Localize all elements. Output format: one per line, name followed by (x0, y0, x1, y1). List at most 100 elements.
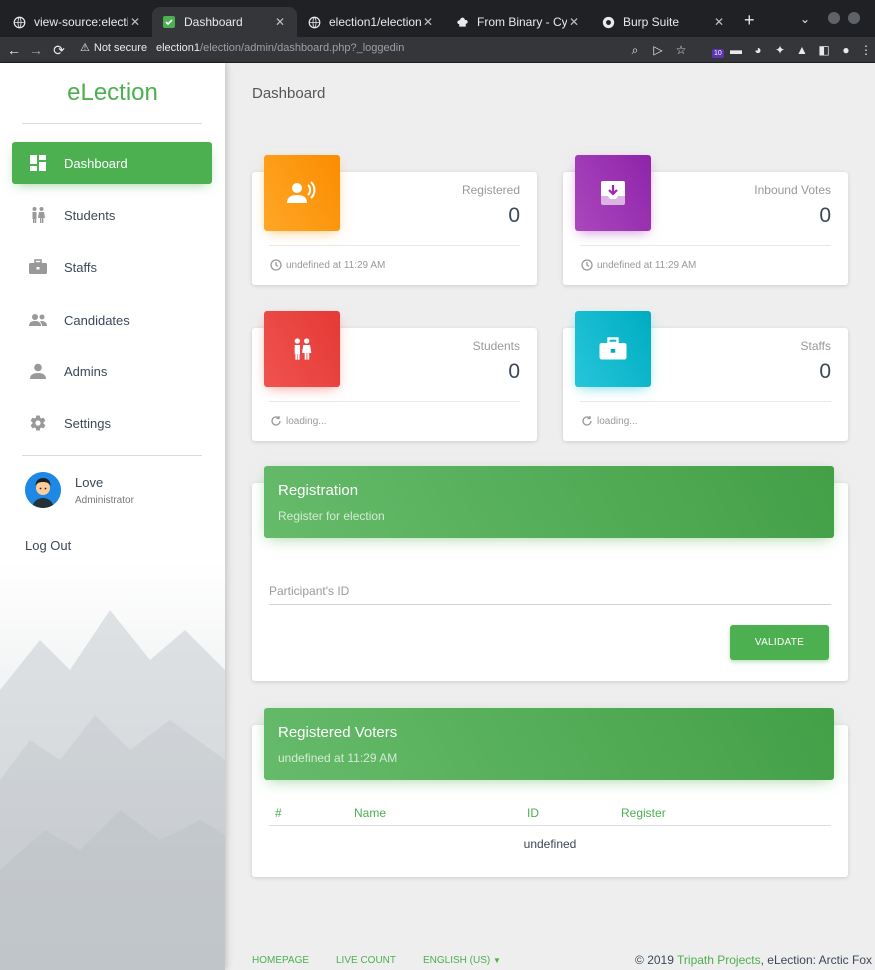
sidebar-item-candidates[interactable]: Candidates (12, 299, 212, 341)
stat-footer-text: undefined at 11:29 AM (597, 259, 697, 271)
sidebar-item-admins[interactable]: Admins (12, 350, 212, 392)
stat-card-staffs: Staffs 0 loading... (563, 311, 848, 441)
more-menu-icon[interactable]: ⋮ (857, 40, 875, 60)
close-icon[interactable]: ✕ (273, 15, 287, 29)
sidebar-item-label: Dashboard (64, 155, 128, 171)
hat-extension-icon[interactable]: ▬ (727, 40, 745, 60)
sidebar: eLection Dashboard Students Staffs Candi… (0, 63, 225, 970)
sidebar-toggle-icon[interactable]: ◧ (815, 40, 833, 60)
clock-icon (581, 259, 593, 271)
close-icon[interactable]: ✕ (421, 15, 435, 29)
globe-icon (307, 15, 321, 29)
globe-icon (12, 15, 26, 29)
stat-card-students: Students 0 loading... (252, 311, 537, 441)
tripath-link[interactable]: Tripath Projects (677, 953, 761, 967)
tab-burp-suite[interactable]: Burp Suite ✕ (591, 7, 736, 37)
logout-link[interactable]: Log Out (25, 538, 71, 553)
language-dropdown[interactable]: ENGLISH (US) ▼ (423, 955, 501, 966)
bookmark-star-icon[interactable]: ☆ (672, 40, 690, 60)
stat-footer: undefined at 11:29 AM (270, 259, 385, 271)
tab-label: election1/election/ca (329, 15, 421, 29)
window-minimize-button[interactable] (828, 12, 840, 24)
app-logo[interactable]: eLection (0, 79, 225, 107)
clock-icon (270, 259, 282, 271)
sidebar-item-label: Staffs (64, 259, 98, 275)
stat-value: 0 (508, 204, 520, 227)
profile-icon[interactable]: ● (837, 40, 855, 60)
flask-icon[interactable]: ▲ (793, 40, 811, 60)
registration-panel: Registration Register for election Parti… (252, 466, 848, 681)
validate-button[interactable]: VALIDATE (730, 625, 829, 660)
tab-label: Dashboard (184, 15, 243, 29)
live-count-link[interactable]: LIVE COUNT (336, 955, 396, 966)
inbox-icon (575, 155, 651, 231)
copyright: © 2019 Tripath Projects, eLection: Arcti… (635, 953, 872, 967)
url-input[interactable]: election1/election/admin/dashboard.php?_… (156, 42, 404, 54)
close-icon[interactable]: ✕ (567, 15, 581, 29)
avatar (25, 472, 61, 508)
divider (580, 401, 831, 402)
panel-subtitle: undefined at 11:29 AM (278, 751, 398, 765)
sidebar-item-label: Candidates (64, 312, 130, 328)
table-header: # Name ID Register (269, 804, 831, 826)
close-icon[interactable]: ✕ (712, 15, 726, 29)
participant-id-input[interactable]: Participant's ID (269, 584, 349, 598)
sidebar-item-staffs[interactable]: Staffs (12, 246, 212, 288)
panel-subtitle: Register for election (278, 509, 385, 523)
refresh-icon (581, 415, 593, 427)
security-indicator[interactable]: ⚠ Not secure (80, 41, 148, 55)
stat-value: 0 (508, 360, 520, 383)
column-header[interactable]: Register (621, 806, 666, 820)
user-profile[interactable]: Love Administrator (25, 472, 134, 508)
warning-icon: ⚠ (80, 42, 90, 54)
send-icon[interactable]: ▷ (649, 40, 667, 60)
stat-label: Inbound Votes (754, 183, 831, 197)
dashboard-icon (28, 153, 48, 173)
column-header[interactable]: Name (354, 806, 386, 820)
window-maximize-button[interactable] (848, 12, 860, 24)
sidebar-item-settings[interactable]: Settings (12, 402, 212, 444)
chevron-down-icon[interactable]: ⌄ (800, 12, 810, 26)
mask-extension-icon[interactable]: ◕ (749, 40, 767, 60)
zoom-icon[interactable]: ⌕ (626, 40, 644, 60)
language-label: ENGLISH (US) (423, 955, 491, 966)
tab-cyberchef[interactable]: From Binary - CyberC ✕ (445, 7, 591, 37)
browser-tab-bar: view-source:election ✕ Dashboard ✕ elect… (0, 0, 875, 37)
homepage-link[interactable]: HOMEPAGE (252, 955, 309, 966)
divider (580, 245, 831, 246)
stat-value: 0 (819, 204, 831, 227)
new-tab-button[interactable]: + (744, 11, 755, 29)
tab-election-ca[interactable]: election1/election/ca ✕ (297, 7, 445, 37)
forward-arrow-icon[interactable]: → (26, 40, 46, 60)
copyright-prefix: © 2019 (635, 953, 678, 967)
tab-label: view-source:election (34, 15, 128, 29)
reload-icon[interactable]: ⟳ (49, 40, 69, 60)
registered-voters-panel: Registered Voters undefined at 11:29 AM … (252, 708, 848, 877)
stat-label: Staffs (800, 339, 831, 353)
gear-icon (28, 413, 48, 433)
person-icon (28, 361, 48, 381)
stat-label: Registered (461, 183, 520, 197)
back-arrow-icon[interactable]: ← (4, 40, 24, 60)
column-header[interactable]: ID (527, 806, 539, 820)
stat-card-inbound-votes: Inbound Votes 0 undefined at 11:29 AM (563, 155, 848, 285)
tab-dashboard[interactable]: Dashboard ✕ (152, 7, 297, 37)
close-icon[interactable]: ✕ (128, 15, 142, 29)
sidebar-item-dashboard[interactable]: Dashboard (12, 142, 212, 184)
stat-footer-text: loading... (286, 415, 327, 427)
panel-title: Registration (278, 482, 359, 499)
panel-title: Registered Voters (278, 724, 398, 741)
sidebar-item-students[interactable]: Students (12, 194, 212, 236)
divider (22, 455, 202, 456)
security-label: Not secure (93, 41, 148, 54)
divider (269, 245, 520, 246)
extension-badge-icon[interactable]: 10 (706, 40, 724, 60)
column-header[interactable]: # (275, 806, 282, 820)
sidebar-item-label: Students (64, 207, 116, 223)
url-path: /election/admin/dashboard.php?_loggedin (200, 42, 405, 54)
puzzle-icon[interactable]: ✦ (771, 40, 789, 60)
tab-view-source[interactable]: view-source:election ✕ (2, 7, 152, 37)
stat-footer: loading... (581, 415, 638, 427)
briefcase-icon (575, 311, 651, 387)
tab-label: From Binary - CyberC (477, 15, 567, 29)
